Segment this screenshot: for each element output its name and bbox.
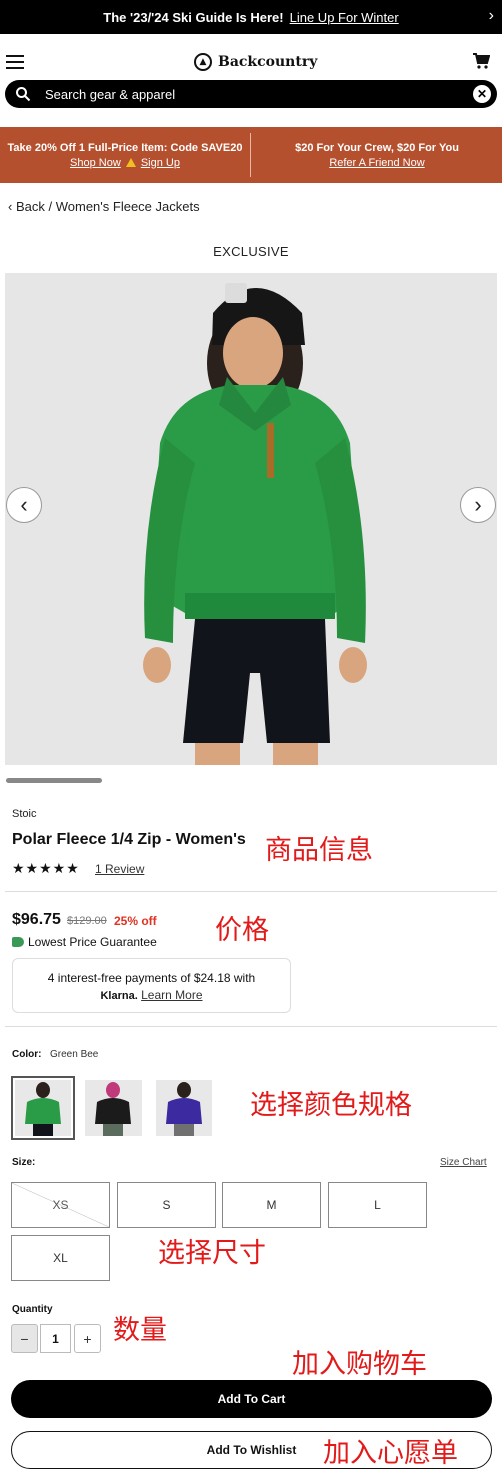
color-swatch-green[interactable]	[11, 1076, 75, 1140]
original-price: $129.00	[67, 915, 107, 927]
size-chart-link[interactable]: Size Chart	[440, 1157, 487, 1168]
annotation-color: 选择颜色规格	[250, 1090, 412, 1121]
klarna-box: 4 interest-free payments of $24.18 with …	[12, 958, 291, 1013]
promo-left-title: Take 20% Off 1 Full-Price Item: Code SAV…	[7, 141, 243, 154]
image-scroll-indicator[interactable]	[6, 778, 102, 783]
size-option-xs[interactable]: XS	[11, 1182, 110, 1228]
annotation-price: 价格	[215, 915, 269, 946]
reviews-link[interactable]: 1 Review	[95, 862, 144, 876]
annotation-size: 选择尺寸	[158, 1238, 266, 1269]
annotation-cart: 加入购物车	[292, 1349, 427, 1380]
quantity-decrease-button[interactable]: −	[11, 1324, 38, 1353]
star-rating: ★★★★★	[12, 860, 80, 876]
size-option-label: S	[162, 1198, 171, 1212]
annotation-wishlist: 加入心愿单	[323, 1438, 458, 1469]
refer-friend-link[interactable]: Refer A Friend Now	[329, 157, 424, 169]
sign-up-link[interactable]: Sign Up	[141, 157, 180, 169]
logo-mark-icon: ▲	[194, 53, 212, 71]
price-tag-icon	[12, 937, 24, 947]
swatch-image	[166, 1082, 202, 1136]
top-promo-text: The '23/'24 Ski Guide Is Here!	[103, 9, 284, 25]
add-to-cart-button[interactable]: Add To Cart	[11, 1380, 492, 1418]
color-swatch-black[interactable]	[85, 1080, 142, 1136]
tent-icon	[125, 158, 136, 167]
discount-percent: 25% off	[114, 914, 157, 928]
product-title: Polar Fleece 1/4 Zip - Women's	[12, 831, 246, 848]
quantity-input[interactable]: 1	[40, 1324, 71, 1353]
logo-text: Backcountry	[218, 54, 318, 70]
breadcrumb: ‹ Back / Women's Fleece Jackets	[8, 199, 200, 214]
top-promo-bar[interactable]: The '23/'24 Ski Guide Is Here! Line Up F…	[0, 0, 502, 34]
top-promo-link[interactable]: Line Up For Winter	[290, 10, 399, 25]
annotation-quantity: 数量	[113, 1315, 167, 1346]
size-option-label: L	[374, 1198, 381, 1212]
sale-price: $96.75	[12, 911, 61, 928]
lowest-price-guarantee[interactable]: Lowest Price Guarantee	[12, 935, 157, 949]
klarna-learn-more[interactable]: Learn More	[141, 988, 202, 1002]
color-swatch-purple[interactable]	[156, 1080, 212, 1136]
size-option-s[interactable]: S	[117, 1182, 216, 1228]
breadcrumb-back[interactable]: Back	[16, 199, 45, 214]
search-icon[interactable]	[15, 86, 31, 102]
promo-left: Take 20% Off 1 Full-Price Item: Code SAV…	[0, 127, 250, 183]
logo[interactable]: ▲ Backcountry	[194, 53, 317, 71]
chevron-left-icon[interactable]: ‹	[8, 199, 16, 214]
product-image[interactable]	[5, 273, 497, 765]
breadcrumb-separator: /	[48, 199, 53, 214]
size-option-l[interactable]: L	[328, 1182, 427, 1228]
color-label: Color:	[12, 1049, 42, 1060]
divider	[5, 1026, 497, 1027]
prev-image-button[interactable]: ‹	[6, 487, 42, 523]
promo-divider	[250, 133, 251, 177]
divider	[5, 891, 497, 892]
chevron-right-icon: ›	[474, 492, 482, 517]
model-illustration	[143, 283, 367, 765]
search-input[interactable]: Search gear & apparel	[45, 87, 175, 102]
menu-icon[interactable]	[6, 55, 24, 69]
promo-right-title: $20 For Your Crew, $20 For You	[295, 141, 459, 154]
shop-now-link[interactable]: Shop Now	[70, 157, 121, 169]
chevron-left-icon: ‹	[20, 492, 28, 517]
chevron-right-icon[interactable]: ›	[489, 7, 494, 25]
next-image-button[interactable]: ›	[460, 487, 496, 523]
annotation-product-info: 商品信息	[265, 835, 373, 866]
size-label: Size:	[12, 1157, 36, 1168]
size-option-label: XL	[53, 1251, 68, 1265]
quantity-increase-button[interactable]: +	[74, 1324, 101, 1353]
promo-banner: Take 20% Off 1 Full-Price Item: Code SAV…	[0, 127, 502, 183]
quantity-label: Quantity	[12, 1304, 53, 1315]
clear-search-icon[interactable]: ✕	[473, 85, 491, 103]
guarantee-text: Lowest Price Guarantee	[28, 935, 157, 949]
promo-right: $20 For Your Crew, $20 For You Refer A F…	[252, 127, 502, 183]
search-bar[interactable]: Search gear & apparel ✕	[5, 80, 497, 108]
size-option-label: XS	[52, 1198, 69, 1212]
size-option-m[interactable]: M	[222, 1182, 321, 1228]
color-value: Green Bee	[50, 1049, 99, 1060]
product-brand[interactable]: Stoic	[12, 808, 36, 820]
size-option-label: M	[266, 1198, 277, 1212]
klarna-logo: Klarna.	[100, 990, 138, 1002]
exclusive-badge: EXCLUSIVE	[213, 244, 289, 259]
swatch-image	[25, 1082, 61, 1136]
swatch-image	[95, 1082, 131, 1136]
breadcrumb-category[interactable]: Women's Fleece Jackets	[56, 199, 200, 214]
size-option-xl[interactable]: XL	[11, 1235, 110, 1281]
cart-icon[interactable]	[472, 52, 490, 70]
klarna-text: 4 interest-free payments of $24.18 with	[47, 971, 256, 985]
